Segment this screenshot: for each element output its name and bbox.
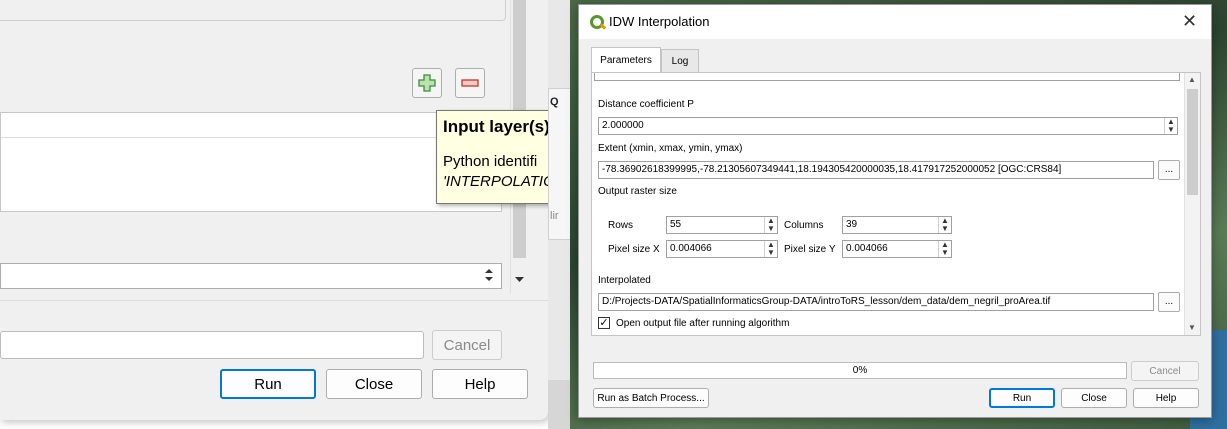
parameters-scrollbar[interactable]: ▲ ▼ <box>1184 73 1200 335</box>
tab-parameters[interactable]: Parameters <box>591 47 661 73</box>
spin-control[interactable] <box>481 266 497 284</box>
close-button[interactable]: Close <box>326 369 422 399</box>
columns-field[interactable]: 39 ▲ ▼ <box>842 216 952 234</box>
pixel-size-x-field[interactable]: 0.004066 ▲ ▼ <box>666 240 778 258</box>
interpolated-label: Interpolated <box>598 275 651 286</box>
cancel-button[interactable]: Cancel <box>432 330 502 360</box>
chevron-down-icon[interactable] <box>514 276 525 284</box>
pixel-size-y-value: 0.004066 <box>846 243 888 254</box>
scrollbar-thumb[interactable] <box>1187 89 1198 195</box>
pixel-size-x-label: Pixel size X <box>608 244 660 255</box>
columns-value: 39 <box>846 219 858 230</box>
remove-icon <box>461 79 479 87</box>
previous-field[interactable] <box>594 73 1180 81</box>
left-dialog: Cancel Run Close Help <box>0 0 548 420</box>
close-button[interactable]: Close <box>1061 388 1127 408</box>
input-layers-table[interactable] <box>0 112 502 212</box>
idw-dialog: IDW Interpolation ✕ Parameters Log Dista… <box>578 4 1212 418</box>
rows-label: Rows <box>608 220 634 231</box>
rows-value: 55 <box>670 219 682 230</box>
columns-label: Columns <box>784 220 824 231</box>
distance-coefficient-value: 2.000000 <box>602 120 644 131</box>
background-text: lir <box>550 210 559 222</box>
title-bar: IDW Interpolation ✕ <box>579 5 1211 39</box>
spin-arrows-icon[interactable]: ▲ ▼ <box>1164 118 1177 134</box>
top-field <box>0 0 506 21</box>
spin-arrows-icon[interactable]: ▲ ▼ <box>938 241 951 257</box>
extent-label: Extent (xmin, xmax, ymin, ymax) <box>598 143 743 154</box>
output-raster-label: Output raster size <box>598 186 677 197</box>
tooltip-line: 'INTERPOLATIC <box>443 173 554 190</box>
tooltip-title: Input layer(s) <box>443 117 550 136</box>
open-output-checkbox[interactable]: ✓ <box>598 317 610 329</box>
pixel-size-y-field[interactable]: 0.004066 ▲ ▼ <box>842 240 952 258</box>
parameters-panel: Distance coefficient P 2.000000 ▲ ▼ Exten… <box>591 72 1201 336</box>
spin-arrows-icon[interactable]: ▲ ▼ <box>938 217 951 233</box>
interpolated-output-field[interactable]: D:/Projects-DATA/SpatialInformaticsGroup… <box>598 293 1154 311</box>
distance-coefficient-field[interactable]: 2.000000 ▲ ▼ <box>598 117 1178 135</box>
qgis-logo-icon <box>590 15 604 29</box>
scroll-up-icon[interactable]: ▲ <box>1188 75 1196 84</box>
run-as-batch-button[interactable]: Run as Batch Process... <box>593 388 709 408</box>
layer-combobox[interactable] <box>0 263 502 289</box>
distance-coefficient-label: Distance coefficient P <box>598 99 694 110</box>
remove-layer-button[interactable] <box>455 68 485 98</box>
spin-arrows-icon <box>485 269 493 281</box>
extent-field[interactable]: -78.36902618399995,-78.21305607349441,18… <box>598 161 1154 179</box>
interpolated-browse-button[interactable]: ... <box>1158 292 1180 312</box>
extent-browse-button[interactable]: ... <box>1158 160 1180 180</box>
pixel-size-x-value: 0.004066 <box>670 243 712 254</box>
progress-bar <box>0 331 424 359</box>
close-icon[interactable]: ✕ <box>1182 11 1197 32</box>
progress-bar: 0% <box>593 362 1127 379</box>
help-button[interactable]: Help <box>432 369 528 399</box>
spin-arrows-icon[interactable]: ▲ ▼ <box>764 217 777 233</box>
help-button[interactable]: Help <box>1133 388 1199 408</box>
cancel-button[interactable]: Cancel <box>1131 361 1199 381</box>
dialog-title: IDW Interpolation <box>609 14 710 29</box>
spin-arrows-icon[interactable]: ▲ ▼ <box>764 241 777 257</box>
add-layer-button[interactable] <box>412 68 442 98</box>
run-button[interactable]: Run <box>989 388 1055 408</box>
pixel-size-y-label: Pixel size Y <box>784 244 836 255</box>
scroll-down-icon[interactable]: ▼ <box>1188 323 1196 332</box>
parameters-panel <box>0 0 510 300</box>
table-header <box>1 113 501 138</box>
separator <box>0 300 548 301</box>
run-button[interactable]: Run <box>220 369 316 399</box>
tab-log[interactable]: Log <box>661 49 699 73</box>
open-output-label: Open output file after running algorithm <box>616 318 790 329</box>
rows-field[interactable]: 55 ▲ ▼ <box>666 216 778 234</box>
add-icon <box>418 74 436 92</box>
background-text: Q <box>550 96 559 108</box>
tooltip-line: Python identifi <box>443 153 538 170</box>
